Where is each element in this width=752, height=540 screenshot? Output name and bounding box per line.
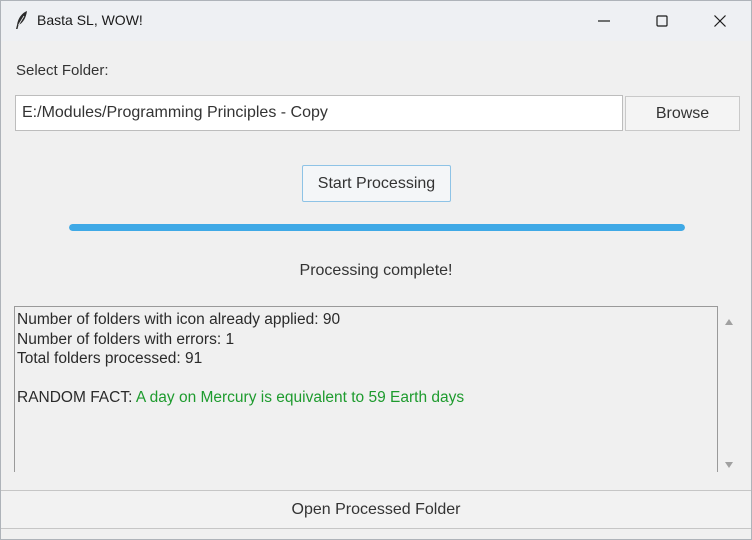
log-line-errors: Number of folders with errors: 1 [17,330,235,348]
folder-path-input[interactable] [15,95,623,131]
random-fact-line: RANDOM FACT: A day on Mercury is equival… [17,388,715,408]
feather-icon [14,10,30,30]
log-line-total: Total folders processed: 91 [17,350,203,367]
status-message: Processing complete! [299,262,453,279]
title-bar[interactable]: Basta SL, WOW! [1,1,751,41]
select-folder-label: Select Folder: [16,62,109,79]
window-title: Basta SL, WOW! [37,12,143,28]
close-icon [714,15,726,27]
log-line-icon-applied: Number of folders with icon already appl… [17,311,341,328]
log-scrollbar[interactable] [720,306,738,472]
random-fact-prefix: RANDOM FACT: [17,389,136,406]
progress-bar [69,224,685,231]
open-processed-folder-button[interactable]: Open Processed Folder [1,490,751,529]
log-output[interactable]: Number of folders with icon already appl… [14,306,718,472]
start-processing-button[interactable]: Start Processing [302,165,451,202]
minimize-button[interactable] [575,1,633,41]
app-window: Basta SL, WOW! Select Folder: Browse Sta… [0,0,752,540]
scroll-down-arrow-icon[interactable] [724,456,734,474]
log-line-blank [17,369,715,389]
random-fact-text: A day on Mercury is equivalent to 59 Ear… [135,389,465,406]
maximize-button[interactable] [633,1,691,41]
maximize-icon [656,15,668,27]
minimize-icon [598,20,610,22]
scroll-up-arrow-icon[interactable] [724,313,734,331]
close-button[interactable] [691,1,749,41]
browse-button[interactable]: Browse [625,96,740,131]
progress-bar-fill [69,224,685,231]
